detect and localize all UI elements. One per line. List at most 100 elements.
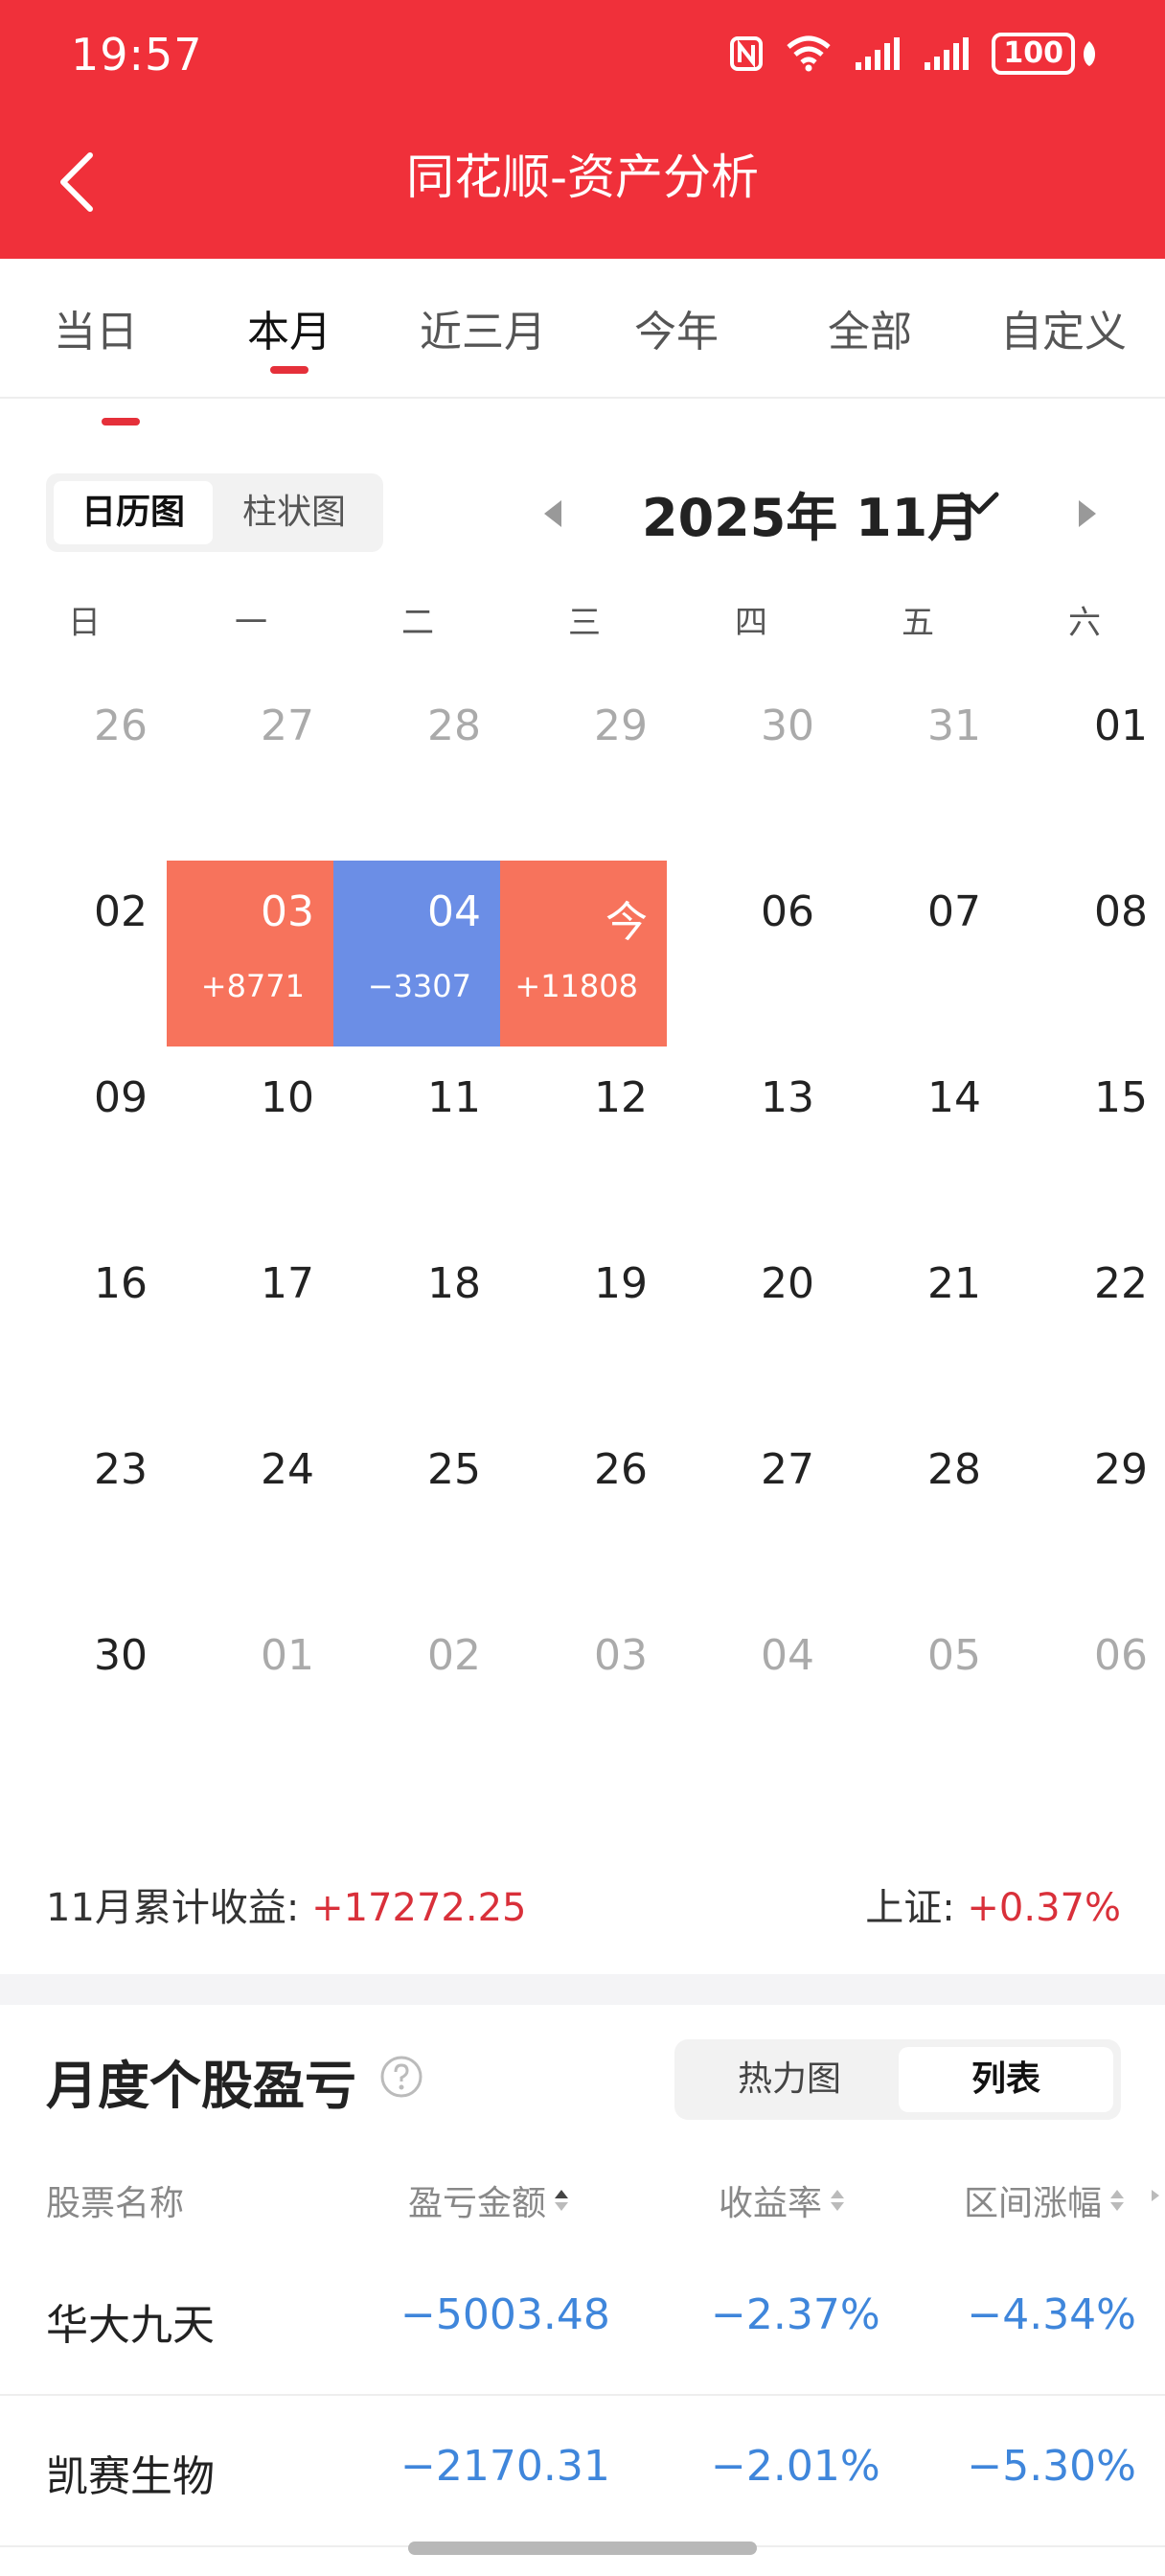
day-number: 04 — [761, 1631, 814, 1680]
day-number: 20 — [761, 1259, 814, 1308]
calendar-day[interactable]: 08 — [1000, 861, 1165, 1046]
calendar-day[interactable]: 16 — [0, 1232, 167, 1418]
calendar-day[interactable]: 03 — [500, 1604, 667, 1790]
day-number: 06 — [1094, 1631, 1148, 1680]
tab-today[interactable]: 当日 — [0, 297, 192, 358]
page-title: 同花顺-资产分析 — [405, 150, 760, 205]
day-number: 15 — [1094, 1073, 1148, 1122]
day-number: 05 — [927, 1631, 981, 1680]
calendar-day[interactable]: 20 — [667, 1232, 834, 1418]
calendar-day[interactable]: 01 — [167, 1604, 333, 1790]
calendar-day[interactable]: 29 — [500, 675, 667, 861]
calendar-day[interactable]: 19 — [500, 1232, 667, 1418]
calendar-day[interactable]: 01 — [1000, 675, 1165, 861]
calendar-day[interactable]: 23 — [0, 1418, 167, 1604]
stock-rate: −2.01% — [711, 2442, 880, 2491]
prev-month-icon[interactable] — [538, 494, 567, 533]
month-title[interactable]: 2025年 11月 — [642, 475, 979, 551]
calendar-day[interactable]: 26 — [500, 1418, 667, 1604]
tab-three-months[interactable]: 近三月 — [387, 297, 579, 358]
calendar-day[interactable]: 22 — [1000, 1232, 1165, 1418]
calendar-day[interactable]: 30 — [667, 675, 834, 861]
calendar-day[interactable]: 09 — [0, 1046, 167, 1232]
calendar-day[interactable]: 10 — [167, 1046, 333, 1232]
battery-indicator: 100 — [992, 33, 1098, 75]
day-number: 29 — [1094, 1445, 1148, 1494]
calendar-day-gain[interactable]: 03 +8771 — [167, 861, 333, 1046]
column-header-pnl[interactable]: 盈亏金额 — [408, 2175, 569, 2225]
weekday-mon: 一 — [235, 604, 267, 642]
bar-view-button[interactable]: 柱状图 — [215, 481, 374, 544]
calendar-day[interactable]: 24 — [167, 1418, 333, 1604]
day-number: 01 — [261, 1631, 314, 1680]
signal-icon-2 — [925, 37, 970, 70]
chevron-down-icon[interactable] — [958, 489, 1000, 518]
day-number: 18 — [427, 1259, 481, 1308]
column-header-rate[interactable]: 收益率 — [719, 2175, 845, 2225]
calendar-view-button[interactable]: 日历图 — [54, 481, 213, 544]
weekday-sat: 六 — [1068, 604, 1101, 642]
tab-this-year[interactable]: 今年 — [581, 297, 772, 358]
calendar-day[interactable]: 17 — [167, 1232, 333, 1418]
status-time: 19:57 — [71, 29, 203, 80]
day-number: 30 — [94, 1631, 148, 1680]
day-number: 01 — [1094, 702, 1148, 750]
day-number: 13 — [761, 1073, 814, 1122]
tab-all[interactable]: 全部 — [774, 297, 966, 358]
calendar-day[interactable]: 25 — [333, 1418, 500, 1604]
day-number: 28 — [927, 1445, 981, 1494]
calendar-day[interactable]: 28 — [834, 1418, 1000, 1604]
sort-icon — [830, 2189, 845, 2212]
calendar-day[interactable]: 27 — [167, 675, 333, 861]
day-number: 26 — [594, 1445, 648, 1494]
calendar-day[interactable]: 02 — [333, 1604, 500, 1790]
day-number: 17 — [261, 1259, 314, 1308]
column-header-pnl-label: 盈亏金额 — [408, 2184, 547, 2223]
stock-name: 华大九天 — [46, 2301, 215, 2350]
help-icon[interactable] — [379, 2055, 423, 2099]
list-button[interactable]: 列表 — [899, 2047, 1113, 2112]
day-number: 09 — [94, 1073, 148, 1122]
calendar-day[interactable]: 15 — [1000, 1046, 1165, 1232]
tab-custom[interactable]: 自定义 — [968, 297, 1159, 358]
calendar-day-today[interactable]: 今 +11808 — [500, 861, 667, 1046]
section-title: 月度个股盈亏 — [46, 2056, 356, 2116]
calendar-day[interactable]: 12 — [500, 1046, 667, 1232]
calendar-day[interactable]: 11 — [333, 1046, 500, 1232]
calendar-day[interactable]: 02 — [0, 861, 167, 1046]
day-number: 22 — [1094, 1259, 1148, 1308]
calendar-day[interactable]: 04 — [667, 1604, 834, 1790]
calendar-day[interactable]: 30 — [0, 1604, 167, 1790]
heatmap-button[interactable]: 热力图 — [682, 2047, 897, 2112]
weekday-thu: 四 — [735, 604, 767, 642]
calendar-day[interactable]: 07 — [834, 861, 1000, 1046]
calendar-day[interactable]: 28 — [333, 675, 500, 861]
calendar-day[interactable]: 29 — [1000, 1418, 1165, 1604]
calendar-day[interactable]: 21 — [834, 1232, 1000, 1418]
calendar-day[interactable]: 06 — [667, 861, 834, 1046]
home-indicator[interactable] — [408, 2542, 757, 2555]
tab-this-month[interactable]: 本月 — [194, 297, 385, 358]
app-header: 19:57 100 同花顺-资产分析 — [0, 0, 1165, 259]
day-number: 14 — [927, 1073, 981, 1122]
next-month-icon[interactable] — [1073, 494, 1102, 533]
scroll-right-icon[interactable] — [1150, 2188, 1161, 2203]
table-row[interactable]: 凯赛生物 −2170.31 −2.01% −5.30% — [0, 2396, 1165, 2547]
calendar-day[interactable]: 05 — [834, 1604, 1000, 1790]
day-pnl: −3307 — [367, 968, 471, 1004]
column-header-range[interactable]: 区间涨幅 — [964, 2175, 1125, 2225]
calendar-day[interactable]: 27 — [667, 1418, 834, 1604]
table-row[interactable]: 华大九天 −5003.48 −2.37% −4.34% — [0, 2244, 1165, 2396]
calendar-day[interactable]: 14 — [834, 1046, 1000, 1232]
stock-pnl: −2170.31 — [400, 2442, 610, 2491]
calendar-day[interactable]: 31 — [834, 675, 1000, 861]
calendar-day[interactable]: 26 — [0, 675, 167, 861]
stock-pnl: −5003.48 — [400, 2290, 610, 2339]
calendar-day-loss[interactable]: 04 −3307 — [333, 861, 500, 1046]
period-tabs: 当日 本月 近三月 今年 全部 自定义 — [0, 259, 1165, 399]
calendar-day[interactable]: 06 — [1000, 1604, 1165, 1790]
calendar-day[interactable]: 13 — [667, 1046, 834, 1232]
day-number: 30 — [761, 702, 814, 750]
weekday-fri: 五 — [902, 604, 934, 642]
calendar-day[interactable]: 18 — [333, 1232, 500, 1418]
